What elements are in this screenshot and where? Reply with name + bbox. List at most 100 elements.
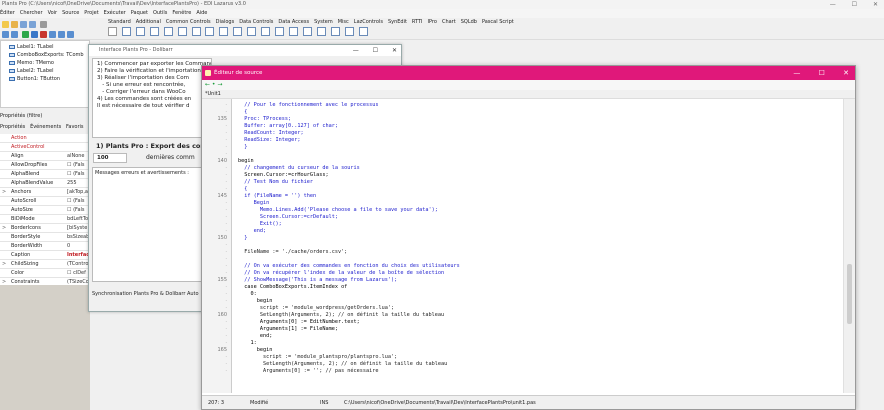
menu-item[interactable]: Paquet	[131, 10, 148, 16]
property-value[interactable]: 255	[67, 179, 90, 188]
order-count-input[interactable]: 100	[93, 153, 127, 163]
tab-unit1[interactable]: *Unit1	[202, 90, 855, 99]
label-icon[interactable]	[163, 27, 173, 36]
property-row[interactable]: Align alNone	[0, 152, 90, 161]
editor-close-button[interactable]: ✕	[843, 69, 849, 77]
property-row[interactable]: AllowDropFiles ☐ (Fals	[0, 161, 90, 170]
palette-tab[interactable]: SynEdit	[388, 19, 407, 25]
checkgroup-icon[interactable]	[316, 27, 326, 36]
scrollbar-thumb[interactable]	[847, 264, 852, 324]
property-row[interactable]: AlphaBlendValue 255	[0, 179, 90, 188]
palette-tab[interactable]: IPro	[428, 19, 437, 25]
designer-maximize-button[interactable]: ☐	[373, 47, 378, 54]
listbox-icon[interactable]	[247, 27, 257, 36]
property-value[interactable]: alNone	[67, 152, 90, 161]
scrollbar-icon[interactable]	[275, 27, 285, 36]
property-value[interactable]: ☐ (Fals	[67, 161, 90, 170]
property-value[interactable]: Interface	[67, 251, 90, 260]
property-row[interactable]: > BorderIcons [biSyste	[0, 224, 90, 233]
palette-tab[interactable]: LazControls	[354, 19, 383, 25]
actionlist-icon[interactable]	[358, 27, 368, 36]
instructions-memo[interactable]: 1) Commencer par exporter les Commandes …	[92, 58, 212, 138]
toggle-form-icon[interactable]	[40, 21, 47, 28]
groupbox-icon[interactable]	[288, 27, 298, 36]
property-value[interactable]: bdLeftTo	[67, 215, 90, 224]
property-value[interactable]: bsSizeab	[67, 233, 90, 242]
property-row[interactable]: Action	[0, 134, 90, 143]
property-row[interactable]: Color ☐ clDef	[0, 269, 90, 278]
radiobutton-icon[interactable]	[233, 27, 243, 36]
editor-nav-toolbar[interactable]: ← • →	[202, 80, 855, 90]
property-value[interactable]: ☐ (Fals	[67, 206, 90, 215]
step-over-icon[interactable]	[58, 31, 65, 38]
view-forms-icon[interactable]	[11, 31, 18, 38]
menu-item[interactable]: Exécuter	[104, 10, 126, 16]
palette-tab[interactable]: System	[314, 19, 333, 25]
property-value[interactable]: ☐ clDef	[67, 269, 90, 278]
memo-icon[interactable]	[191, 27, 201, 36]
step-into-icon[interactable]	[49, 31, 56, 38]
pointer-icon[interactable]	[108, 27, 117, 36]
stop-icon[interactable]	[40, 31, 47, 38]
view-units-icon[interactable]	[2, 31, 9, 38]
menu-item[interactable]: Éditer	[0, 10, 15, 16]
palette-tab[interactable]: Chart	[442, 19, 456, 25]
property-value[interactable]: (TContro	[67, 260, 90, 269]
tree-item-label2[interactable]: Label2: TLabel	[9, 68, 54, 74]
run-icon[interactable]	[22, 31, 29, 38]
property-row[interactable]: AutoSize ☐ (Fals	[0, 206, 90, 215]
palette-tab[interactable]: Standard	[108, 19, 131, 25]
designer-minimize-button[interactable]: —	[353, 47, 359, 54]
tree-item-combobox[interactable]: ComboBoxExports: TComb	[9, 52, 84, 58]
tab-events[interactable]: Événements	[30, 124, 61, 130]
menu-item[interactable]: Fenêtre	[172, 10, 191, 16]
step-out-icon[interactable]	[67, 31, 74, 38]
menu-item[interactable]: Chercher	[20, 10, 43, 16]
property-row[interactable]: AutoScroll ☐ (Fals	[0, 197, 90, 206]
togglebox-icon[interactable]	[205, 27, 215, 36]
expand-arrow-icon[interactable]: >	[2, 260, 6, 269]
tree-item-button1[interactable]: Button1: TButton	[9, 76, 60, 82]
palette-tab[interactable]: Common Controls	[166, 19, 211, 25]
popupmenu-icon[interactable]	[135, 27, 145, 36]
palette-tab[interactable]: SQLdb	[461, 19, 477, 25]
menu-item[interactable]: Source	[62, 10, 79, 16]
new-file-icon[interactable]	[2, 21, 9, 28]
property-value[interactable]: ☐ (Fals	[67, 170, 90, 179]
vertical-scrollbar[interactable]	[843, 99, 855, 393]
property-row[interactable]: BorderWidth 0	[0, 242, 90, 251]
palette-tab[interactable]: Misc	[338, 19, 349, 25]
property-value[interactable]: 0	[67, 242, 90, 251]
editor-maximize-button[interactable]: ☐	[819, 69, 825, 77]
property-row[interactable]: Caption Interface	[0, 251, 90, 260]
combobox-icon[interactable]	[261, 27, 271, 36]
button-icon[interactable]	[149, 27, 159, 36]
tree-item-label1[interactable]: Label1: TLabel	[9, 44, 54, 50]
property-row[interactable]: > Anchors [akTop,a	[0, 188, 90, 197]
menu-item[interactable]: Voir	[48, 10, 58, 16]
mainmenu-icon[interactable]	[121, 27, 131, 36]
radiogroup-icon[interactable]	[302, 27, 312, 36]
property-row[interactable]: BiDiMode bdLeftTo	[0, 215, 90, 224]
expand-arrow-icon[interactable]: >	[2, 224, 6, 233]
tree-item-memo[interactable]: Memo: TMemo	[9, 60, 54, 66]
save-icon[interactable]	[20, 21, 27, 28]
ide-maximize-button[interactable]: ☐	[852, 1, 857, 8]
palette-tab[interactable]: Additional	[136, 19, 161, 25]
tab-properties[interactable]: Propriétés	[0, 124, 25, 130]
edit-icon[interactable]	[177, 27, 187, 36]
property-value[interactable]: ☐ (Fals	[67, 197, 90, 206]
object-inspector-filter[interactable]: Propriétés (filtre)	[0, 112, 90, 120]
ide-minimize-button[interactable]: —	[830, 1, 836, 8]
code-area[interactable]: // Pour le fonctionnement avec le proces…	[238, 99, 840, 393]
messages-memo[interactable]: Messages erreurs et avertissements :	[92, 167, 212, 282]
panel-icon[interactable]	[330, 27, 340, 36]
menu-item[interactable]: Projet	[84, 10, 98, 16]
designer-close-button[interactable]: ✕	[392, 47, 397, 54]
pause-icon[interactable]	[31, 31, 38, 38]
palette-tab[interactable]: Pascal Script	[482, 19, 514, 25]
checkbox-icon[interactable]	[219, 27, 229, 36]
menu-item[interactable]: Outils	[153, 10, 167, 16]
palette-tab[interactable]: Data Access	[278, 19, 309, 25]
palette-tab[interactable]: RTTI	[412, 19, 423, 25]
